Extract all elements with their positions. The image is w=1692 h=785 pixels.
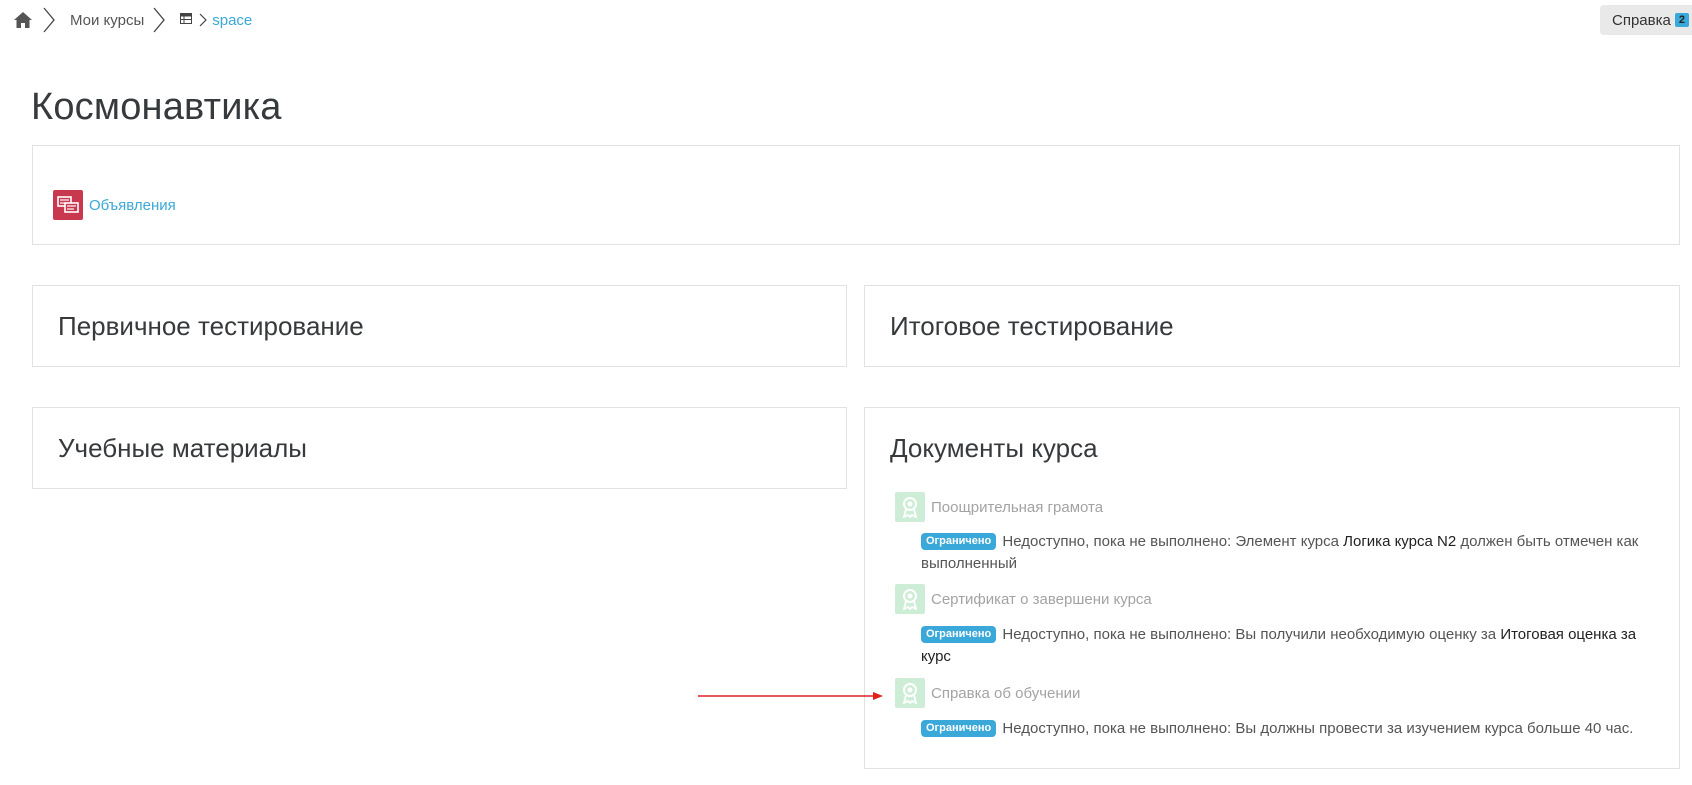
announcements-link[interactable]: Объявления	[89, 197, 176, 214]
breadcrumb-separator-icon	[148, 4, 170, 36]
breadcrumb-my-courses[interactable]: Мои курсы	[64, 12, 144, 29]
restricted-badge: Ограничено	[921, 533, 997, 550]
table-icon	[180, 13, 194, 27]
restriction-info: Ограничено Недоступно, пока не выполнено…	[921, 624, 1661, 668]
section-title[interactable]: Документы курса	[890, 433, 1098, 464]
certificate-icon	[895, 584, 925, 614]
restricted-badge: Ограничено	[921, 720, 997, 737]
home-icon[interactable]	[12, 9, 34, 31]
restriction-text: Недоступно, пока не выполнено: Элемент к…	[1002, 533, 1344, 550]
breadcrumb-course[interactable]: space	[212, 12, 252, 29]
page-title: Космонавтика	[31, 86, 282, 128]
restriction-text: Недоступно, пока не выполнено: Вы должны…	[1002, 720, 1634, 737]
section-title[interactable]: Итоговое тестирование	[890, 311, 1174, 342]
section-learning-materials: Учебные материалы	[32, 407, 847, 489]
document-item: Сертификат о завершени курса	[895, 584, 1152, 614]
document-item: Справка об обучении	[895, 678, 1080, 708]
breadcrumb-separator-icon	[38, 4, 60, 36]
restriction-info: Ограничено Недоступно, пока не выполнено…	[921, 531, 1661, 575]
section-course-documents: Документы курса Поощрительная грамота Ог…	[864, 407, 1680, 769]
restriction-text: Недоступно, пока не выполнено: Вы получи…	[1002, 626, 1501, 643]
annotation-arrow-icon	[698, 692, 883, 700]
section-initial-testing: Первичное тестирование	[32, 285, 847, 367]
breadcrumb: Мои курсы space	[12, 4, 252, 36]
forum-icon	[53, 190, 83, 220]
restricted-badge: Ограничено	[921, 626, 997, 643]
help-button[interactable]: Справка 2	[1600, 5, 1692, 35]
document-name: Справка об обучении	[931, 684, 1081, 702]
help-label: Справка	[1612, 11, 1671, 29]
breadcrumb-separator-icon	[196, 10, 210, 30]
general-section: Объявления	[32, 145, 1680, 245]
section-title[interactable]: Учебные материалы	[58, 433, 307, 464]
restriction-info: Ограничено Недоступно, пока не выполнено…	[921, 718, 1661, 740]
help-badge: 2	[1674, 13, 1689, 27]
document-name: Поощрительная грамота	[931, 498, 1104, 516]
document-item: Поощрительная грамота	[895, 492, 1103, 522]
document-name: Сертификат о завершени курса	[931, 590, 1152, 608]
section-final-testing: Итоговое тестирование	[864, 285, 1680, 367]
certificate-icon	[895, 492, 925, 522]
restriction-link: Логика курса N2	[1343, 533, 1457, 550]
certificate-icon	[895, 678, 925, 708]
section-title[interactable]: Первичное тестирование	[58, 311, 364, 342]
announcements-activity[interactable]: Объявления	[53, 190, 176, 220]
